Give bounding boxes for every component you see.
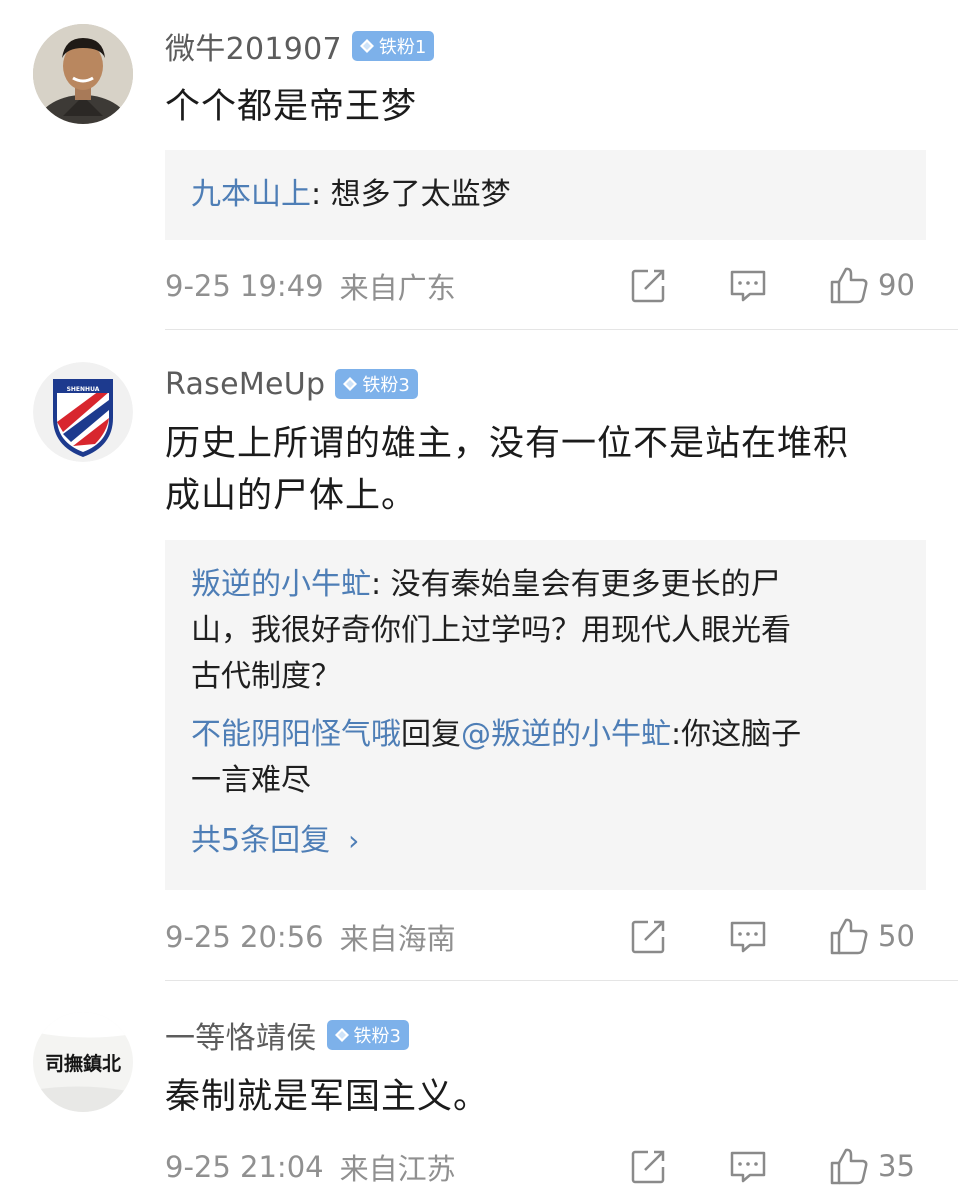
avatar[interactable]: SHENHUA [33,362,133,462]
reply-text: 没有秦始皇会有更多更长的尸 [390,567,781,602]
comment-time: 9-25 21:04 [165,1150,324,1184]
badge-label: 铁粉1 [378,37,427,58]
comment-icon [730,921,766,953]
comment-text: 历史上所谓的雄主，没有一位不是站在堆积 成山的尸体上。 [165,421,935,519]
calligraphy-text: 司撫鎮北 [45,1052,121,1075]
comment-location: 来自江苏 [339,1152,456,1186]
like-button[interactable]: 35 [828,1144,915,1188]
reply-item[interactable]: 叛逆的小牛虻: 没有秦始皇会有更多更长的尸 山，我很好奇你们上过学吗？用现代人眼… [191,562,900,700]
comment-location: 来自广东 [339,271,456,305]
like-count: 35 [878,1149,915,1183]
thumbs-up-icon [830,267,868,304]
like-button[interactable]: 50 [828,914,915,958]
reply-author[interactable]: 不能阴阳怪气哦 [191,717,401,752]
chevron-right-icon: › [348,824,360,857]
thumbs-up-icon [830,918,868,955]
divider [165,329,958,330]
share-button[interactable] [628,915,668,959]
comment-button[interactable] [728,915,768,959]
reply-separator: : [311,177,331,212]
reply-text: 想多了太监梦 [330,177,511,212]
badge-label: 铁粉3 [353,1026,401,1047]
reply-mention[interactable]: @叛逆的小牛虻 [461,717,671,752]
share-icon [631,269,665,303]
avatar[interactable] [33,24,133,124]
badge-label: 铁粉3 [362,375,410,396]
reply-text: 一言难尽 [191,763,311,798]
comment-text-line: 成山的尸体上。 [165,476,418,516]
reply-author[interactable]: 九本山上 [191,177,311,212]
reply-box[interactable]: 叛逆的小牛虻: 没有秦始皇会有更多更长的尸 山，我很好奇你们上过学吗？用现代人眼… [165,540,926,890]
reply-text: :你这脑子 [671,717,802,752]
crest-text: SHENHUA [67,386,100,393]
username[interactable]: 一等恪靖侯 [165,1013,317,1057]
reply-word: 回复 [401,717,461,752]
share-icon [631,1150,665,1184]
thumbs-up-icon [830,1148,868,1185]
share-button[interactable] [628,1145,668,1189]
like-button[interactable]: 90 [828,263,915,307]
fan-badge[interactable]: 铁粉3 [335,369,418,399]
comment-time: 9-25 20:56 [165,920,324,954]
username[interactable]: RaseMeUp [165,367,325,402]
reply-author[interactable]: 叛逆的小牛虻 [191,567,371,602]
avatar[interactable]: 司撫鎮北 [33,1012,133,1112]
fan-badge[interactable]: 铁粉1 [351,31,435,61]
fan-badge[interactable]: 铁粉3 [326,1020,409,1050]
like-count: 50 [878,919,915,953]
like-count: 90 [878,268,915,302]
share-icon [631,920,665,954]
reply-box[interactable]: 九本山上: 想多了太监梦 [165,150,926,240]
comment-button[interactable] [728,1145,768,1189]
comment-button[interactable] [728,264,768,308]
divider [165,980,958,981]
username[interactable]: 微牛201907 [165,24,342,68]
reply-text: 山，我很好奇你们上过学吗？用现代人眼光看 [191,613,791,648]
reply-item[interactable]: 不能阴阳怪气哦回复@叛逆的小牛虻:你这脑子 一言难尽 [191,712,900,804]
diamond-icon [343,377,358,391]
diamond-icon [359,39,374,53]
diamond-icon [334,1028,349,1042]
more-replies-label: 共5条回复 [191,823,331,858]
more-replies-link[interactable]: 共5条回复 › [191,818,900,864]
reply-separator: : [371,567,391,602]
comment-text-line: 历史上所谓的雄主，没有一位不是站在堆积 [165,424,850,464]
comment-icon [730,1151,766,1183]
share-button[interactable] [628,264,668,308]
comment-icon [730,270,766,302]
comment-text: 个个都是帝王梦 [165,87,418,127]
comment-text: 秦制就是军国主义。 [165,1077,490,1117]
reply-text: 古代制度？ [191,659,341,694]
comment-time: 9-25 19:49 [165,269,324,303]
comment-location: 来自海南 [339,922,456,956]
